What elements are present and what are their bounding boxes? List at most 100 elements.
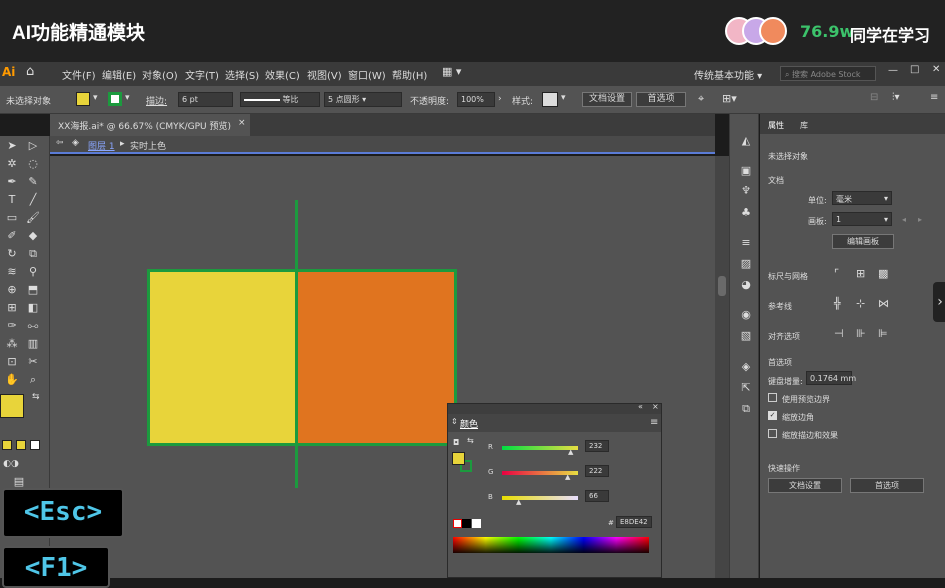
black-swatch[interactable] [462,519,471,528]
tab-libraries[interactable]: 库 [800,120,808,131]
chevron-down-icon[interactable]: ▾ [93,93,98,103]
collapse-icon[interactable]: « [638,402,643,411]
snap-glyph-icon[interactable]: ⊫ [878,327,888,340]
symbol-sprayer-icon[interactable]: ⁂ [3,336,21,352]
symbols-panel-icon[interactable]: ♣ [739,206,753,220]
eraser-icon[interactable]: ◆ [24,228,42,244]
selection-tool-icon[interactable]: ➤ [3,138,21,154]
swap-colors-icon[interactable]: ⇆ [467,436,474,445]
preview-bounds-checkbox[interactable] [768,393,777,402]
artboard-tool-icon[interactable]: ⊡ [3,354,21,370]
next-artboard-icon[interactable]: ▸ [918,215,922,224]
appearance-panel-icon[interactable]: ◉ [739,308,753,322]
layers-panel-icon[interactable]: ◈ [739,360,753,374]
rotate-tool-icon[interactable]: ↻ [3,246,21,262]
white-swatch[interactable] [472,519,481,528]
b-slider-thumb[interactable]: ▲ [516,498,521,506]
document-tab[interactable]: XX海报.ai* @ 66.67% (CMYK/GPU 预览) × [50,114,250,136]
chevron-right-icon[interactable]: › [498,94,502,104]
fill-indicator[interactable] [452,452,465,465]
opacity-field[interactable]: 100% [457,92,495,107]
yellow-rectangle[interactable] [147,269,298,446]
document-setup-button[interactable]: 文档设置 [582,92,632,107]
curvature-tool-icon[interactable]: ✎ [24,174,42,190]
r-slider-thumb[interactable]: ▲ [568,448,573,456]
stock-search-input[interactable]: ⌕ 搜索 Adobe Stock [780,66,876,81]
stroke-panel-icon[interactable]: ≡ [739,236,753,250]
quick-document-setup-button[interactable]: 文档设置 [768,478,842,493]
graph-tool-icon[interactable]: ▥ [24,336,42,352]
preferences-button[interactable]: 首选项 [636,92,686,107]
scrollbar-thumb[interactable] [718,276,726,296]
maximize-button[interactable]: □ [910,64,919,75]
export-icon[interactable]: ⇱ [739,381,753,395]
panel-titlebar[interactable]: « × [448,402,661,414]
draw-mode-icon[interactable]: ◐◑ [2,456,20,472]
workspace-switcher[interactable]: 传统基本功能 ▾ [694,67,762,82]
back-icon[interactable]: ⇦ [56,138,64,148]
stroke-swatch[interactable] [108,92,122,106]
menu-help[interactable]: 帮助(H) [392,67,427,82]
scale-tool-icon[interactable]: ⧉ [24,246,42,262]
line-tool-icon[interactable]: ╱ [24,192,42,208]
green-divider-path[interactable] [295,200,298,488]
variable-width-select[interactable]: 等比 [240,92,320,107]
close-button[interactable]: ✕ [932,64,940,75]
graphic-styles-icon[interactable]: ▧ [739,329,753,343]
slice-tool-icon[interactable]: ✂ [24,354,42,370]
artboard-select[interactable]: 1 ▾ [832,212,892,226]
b-slider[interactable] [502,496,578,500]
arrange-documents-icon[interactable]: ▦ ▾ [442,65,461,78]
menu-edit[interactable]: 编辑(E) [102,67,136,82]
none-mode-icon[interactable] [30,440,40,450]
hand-tool-icon[interactable]: ✋ [3,372,21,388]
menu-view[interactable]: 视图(V) [307,67,342,82]
menu-select[interactable]: 选择(S) [225,67,259,82]
minimize-button[interactable]: — [888,65,898,76]
menu-icon[interactable]: ≡ [930,92,938,103]
g-field[interactable]: 222 [585,465,609,477]
blend-tool-icon[interactable]: ⧟ [24,318,42,334]
gradient-mode-icon[interactable] [16,440,26,450]
snap-point-icon[interactable]: ⊣ [834,327,844,340]
prev-artboard-icon[interactable]: ◂ [902,215,906,224]
orange-rectangle[interactable] [295,269,457,446]
quick-preferences-button[interactable]: 首选项 [850,478,924,493]
close-icon[interactable]: × [652,402,659,411]
live-paint-crumb[interactable]: 实时上色 [130,139,166,152]
close-icon[interactable]: × [238,118,246,128]
default-colors-icon[interactable]: ◘ [453,438,459,447]
home-icon[interactable]: ⌂ [26,64,34,79]
shape-builder-icon[interactable]: ⊕ [3,282,21,298]
pin-icon[interactable]: ⚲ [24,264,42,280]
stroke-label[interactable]: 描边: [146,94,167,107]
paintbrush-icon[interactable]: 🖌 [24,210,42,226]
b-field[interactable]: 66 [585,490,609,502]
tab-properties[interactable]: 属性 [768,120,784,131]
expand-panel-button[interactable]: › [933,282,945,322]
vertical-scrollbar[interactable] [715,156,729,578]
panel-menu-icon[interactable]: ≡ [650,417,658,428]
properties-panel-icon[interactable]: ◭ [739,134,753,148]
rectangle-tool-icon[interactable]: ▭ [3,210,21,226]
live-paint-bucket-icon[interactable]: ⬒ [24,282,42,298]
menu-object[interactable]: 对象(O) [142,67,178,82]
smart-guides-icon[interactable]: ⋈ [878,297,889,310]
artboards-panel-icon[interactable]: ⧉ [739,402,753,416]
none-swatch[interactable] [453,519,462,528]
r-slider[interactable] [502,446,578,450]
transparency-grid-icon[interactable]: ▩ [878,267,888,280]
zoom-tool-icon[interactable]: ⌕ [24,372,42,388]
rulers-icon[interactable]: ⌜ [834,267,839,280]
gradient-panel-icon[interactable]: ▨ [739,257,753,271]
perspective-grid-icon[interactable]: ⊞ [3,300,21,316]
menu-file[interactable]: 文件(F) [62,67,96,82]
unit-select[interactable]: 毫米 ▾ [832,191,892,205]
stroke-weight-field[interactable]: 6 pt [178,92,233,107]
transparency-panel-icon[interactable]: ◕ [739,278,753,292]
color-tab[interactable]: 颜色 [460,417,478,430]
fill-color-swatch[interactable] [0,394,24,418]
edit-artboard-button[interactable]: 编辑画板 [832,234,894,249]
menu-window[interactable]: 窗口(W) [348,67,386,82]
show-guides-icon[interactable]: ╬ [834,297,841,310]
